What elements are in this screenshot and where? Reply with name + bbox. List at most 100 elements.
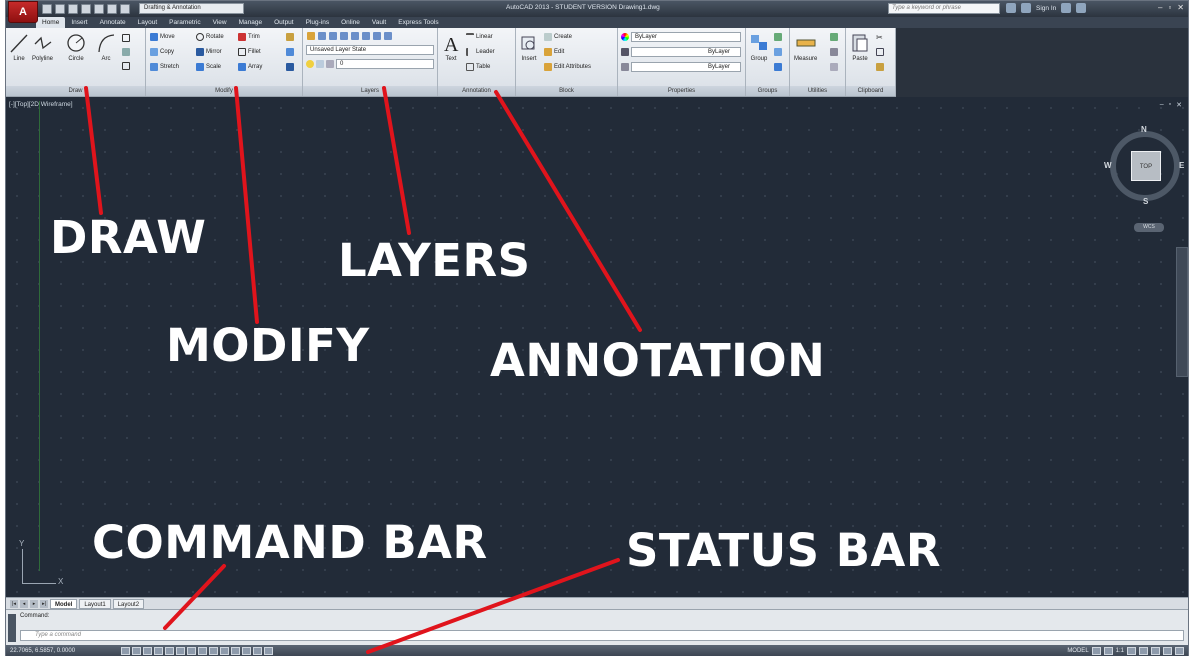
- utilities-panel-title[interactable]: Utilities: [790, 86, 845, 96]
- compass-south[interactable]: S: [1143, 197, 1148, 206]
- tab-view[interactable]: View: [207, 17, 233, 28]
- minimize-icon[interactable]: –: [1158, 3, 1162, 12]
- lineweight-toggle-icon[interactable]: [231, 647, 240, 655]
- arc-tool[interactable]: Arc: [96, 32, 116, 62]
- compass-north[interactable]: N: [1141, 125, 1147, 134]
- polar-icon[interactable]: [165, 647, 174, 655]
- tab-layout1[interactable]: Layout1: [79, 598, 111, 609]
- sign-in-link[interactable]: Sign In: [1036, 5, 1056, 12]
- quick-view-drawings-icon[interactable]: [1103, 647, 1113, 655]
- trim-tool[interactable]: Trim: [238, 33, 260, 41]
- minimize-icon[interactable]: –: [1160, 101, 1164, 109]
- coordinates-readout[interactable]: 22.7065, 6.5857, 0.0000: [6, 648, 121, 654]
- scale-tool[interactable]: Scale: [196, 63, 221, 71]
- tab-model[interactable]: Model: [50, 598, 78, 609]
- insert-tool[interactable]: Insert: [519, 32, 539, 62]
- workspace-switch-icon[interactable]: [1139, 647, 1148, 655]
- lineweight-combo[interactable]: ByLayer: [631, 47, 741, 57]
- layer-select[interactable]: 0: [306, 59, 434, 69]
- transparency-icon[interactable]: [242, 647, 251, 655]
- array-tool[interactable]: Array: [238, 63, 262, 71]
- 3d-osnap-icon[interactable]: [187, 647, 196, 655]
- draw-panel-title[interactable]: Draw: [6, 86, 145, 96]
- move-tool[interactable]: Move: [150, 33, 175, 41]
- block-panel-title[interactable]: Block: [516, 86, 617, 96]
- tab-plug-ins[interactable]: Plug-ins: [300, 17, 335, 28]
- save-as-icon[interactable]: [81, 3, 91, 14]
- viewcube[interactable]: TOP: [1131, 151, 1161, 181]
- snap-icon[interactable]: [132, 647, 141, 655]
- explode-tool[interactable]: [286, 48, 294, 56]
- rotate-tool[interactable]: Rotate: [196, 33, 224, 41]
- plot-icon[interactable]: [94, 3, 104, 14]
- lock-icon[interactable]: [1151, 647, 1160, 655]
- command-input[interactable]: Type a command: [20, 630, 1184, 641]
- id-point-tool[interactable]: [830, 63, 838, 71]
- lineweight-select[interactable]: ByLayer: [621, 47, 741, 57]
- match-properties-tool[interactable]: [876, 63, 884, 71]
- edit-block-tool[interactable]: Edit: [544, 48, 564, 56]
- prev-tab-icon[interactable]: ◂: [20, 599, 28, 608]
- rectangle-tool[interactable]: [122, 34, 130, 42]
- properties-panel-title[interactable]: Properties: [618, 86, 745, 96]
- tab-insert[interactable]: Insert: [65, 17, 93, 28]
- group-edit-tool[interactable]: [774, 48, 782, 56]
- line-tool[interactable]: Line: [9, 32, 29, 62]
- color-select[interactable]: ByLayer: [621, 32, 741, 42]
- layer-icon[interactable]: [351, 32, 359, 40]
- command-line-grip[interactable]: [8, 614, 16, 642]
- help-icon[interactable]: [1076, 3, 1087, 13]
- layer-icon[interactable]: [373, 32, 381, 40]
- infer-constraints-icon[interactable]: [121, 647, 130, 655]
- layer-properties-icon[interactable]: [307, 32, 315, 40]
- current-layer-combo[interactable]: 0: [336, 59, 434, 69]
- compass-west[interactable]: W: [1104, 161, 1112, 170]
- create-block-tool[interactable]: Create: [544, 33, 572, 41]
- application-menu-button[interactable]: A: [8, 1, 38, 23]
- tab-parametric[interactable]: Parametric: [163, 17, 206, 28]
- save-icon[interactable]: [68, 3, 78, 14]
- maximize-icon[interactable]: ▫: [1168, 3, 1171, 12]
- grid-icon[interactable]: [143, 647, 152, 655]
- annotation-scale[interactable]: 1:1: [1116, 648, 1124, 654]
- offset-tool[interactable]: [286, 63, 294, 71]
- color-combo[interactable]: ByLayer: [631, 32, 741, 42]
- group-select-tool[interactable]: [774, 63, 782, 71]
- polyline-tool[interactable]: Polyline: [32, 32, 53, 62]
- quick-view-layouts-icon[interactable]: [1091, 647, 1101, 655]
- table-draw-tool[interactable]: [122, 62, 130, 70]
- compass-east[interactable]: E: [1179, 161, 1184, 170]
- restore-icon[interactable]: ▫: [1169, 101, 1171, 109]
- layer-icon[interactable]: [362, 32, 370, 40]
- search-input[interactable]: Type a keyword or phrase: [888, 3, 1000, 14]
- otrack-icon[interactable]: [198, 647, 207, 655]
- dyn-icon[interactable]: [220, 647, 229, 655]
- workspace-select[interactable]: Drafting & Annotation: [139, 3, 244, 14]
- quick-properties-icon[interactable]: [253, 647, 262, 655]
- model-space-toggle[interactable]: MODEL: [1067, 648, 1088, 654]
- tab-vault[interactable]: Vault: [366, 17, 392, 28]
- layer-icon[interactable]: [329, 32, 337, 40]
- groups-panel-title[interactable]: Groups: [746, 86, 789, 96]
- hatch-tool[interactable]: [122, 48, 130, 56]
- isolate-objects-icon[interactable]: [1163, 647, 1172, 655]
- wcs-menu[interactable]: WCS: [1134, 223, 1164, 232]
- measure-tool[interactable]: Measure: [794, 32, 817, 62]
- group-tool[interactable]: Group: [749, 32, 769, 62]
- stretch-tool[interactable]: Stretch: [150, 63, 179, 71]
- open-icon[interactable]: [55, 3, 65, 14]
- copy-clip-tool[interactable]: [876, 48, 884, 56]
- ducs-icon[interactable]: [209, 647, 218, 655]
- calculator-tool[interactable]: [830, 48, 838, 56]
- fillet-tool[interactable]: Fillet: [238, 48, 261, 56]
- text-tool[interactable]: A Text: [441, 32, 461, 62]
- exchange-icon[interactable]: [1061, 3, 1072, 13]
- tab-output[interactable]: Output: [268, 17, 300, 28]
- tab-online[interactable]: Online: [335, 17, 366, 28]
- paste-tool[interactable]: Paste: [850, 32, 870, 62]
- annotation-panel-title[interactable]: Annotation: [438, 86, 515, 96]
- leader-tool[interactable]: Leader: [466, 48, 495, 56]
- close-icon[interactable]: ✕: [1177, 3, 1184, 12]
- annotation-visibility-icon[interactable]: [1127, 647, 1136, 655]
- edit-attributes-tool[interactable]: Edit Attributes: [544, 63, 591, 71]
